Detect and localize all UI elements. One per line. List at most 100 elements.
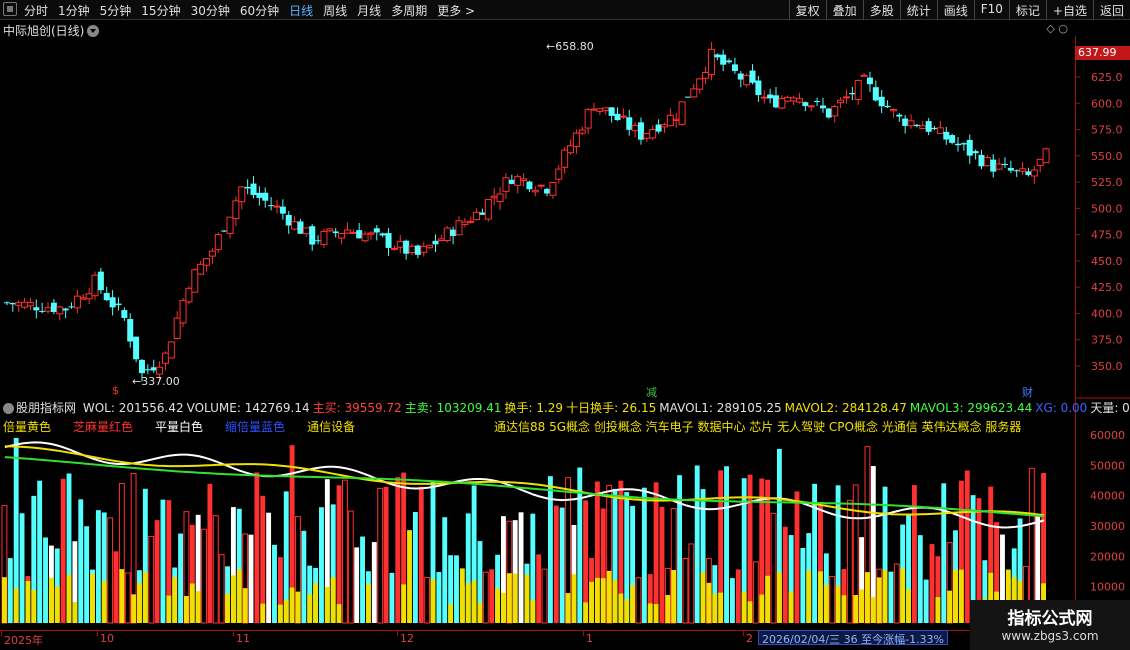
- period-tab[interactable]: 15分钟: [141, 2, 180, 19]
- candle[interactable]: [814, 97, 821, 106]
- candle[interactable]: [860, 73, 868, 77]
- candle[interactable]: [649, 125, 657, 140]
- menu-icon[interactable]: [3, 2, 17, 16]
- candle[interactable]: [109, 290, 116, 316]
- volume-bar[interactable]: [178, 533, 183, 623]
- candle[interactable]: [884, 100, 891, 108]
- candle[interactable]: [250, 176, 257, 199]
- candle[interactable]: [496, 186, 504, 210]
- period-tab[interactable]: 日线: [289, 2, 313, 19]
- candle[interactable]: [403, 239, 410, 260]
- volume-bar[interactable]: [43, 537, 48, 623]
- candle[interactable]: [185, 286, 193, 305]
- volume-bar[interactable]: [7, 558, 13, 623]
- candle[interactable]: [925, 118, 932, 136]
- candle[interactable]: [807, 105, 815, 112]
- volume-bar[interactable]: [454, 555, 459, 623]
- volume-bar[interactable]: [389, 572, 395, 623]
- period-tab[interactable]: 分时: [24, 2, 48, 19]
- candle[interactable]: [279, 199, 286, 220]
- candle[interactable]: [44, 302, 52, 314]
- candle[interactable]: [39, 302, 46, 314]
- candle[interactable]: [450, 226, 457, 245]
- candle[interactable]: [790, 95, 798, 106]
- candle[interactable]: [731, 57, 738, 74]
- candle[interactable]: [825, 107, 832, 119]
- volume-bar[interactable]: [688, 543, 695, 624]
- candle[interactable]: [309, 224, 316, 251]
- candle[interactable]: [684, 96, 691, 98]
- volume-bar[interactable]: [917, 535, 923, 623]
- volume-bar[interactable]: [729, 578, 735, 623]
- candle[interactable]: [837, 97, 845, 109]
- candle[interactable]: [315, 235, 322, 245]
- candle[interactable]: [268, 196, 275, 211]
- candle[interactable]: [221, 229, 228, 232]
- candlestick-chart[interactable]: ←658.80 ←337.00: [0, 36, 1075, 396]
- candle[interactable]: [455, 216, 463, 236]
- period-tab[interactable]: 30分钟: [191, 2, 230, 19]
- candle[interactable]: [849, 86, 856, 101]
- volume-bar[interactable]: [541, 568, 548, 624]
- candle[interactable]: [955, 137, 962, 152]
- volume-bar[interactable]: [78, 499, 84, 623]
- candle[interactable]: [972, 149, 979, 160]
- candle[interactable]: [173, 311, 181, 340]
- candle[interactable]: [3, 301, 10, 306]
- volume-bar[interactable]: [518, 512, 524, 623]
- event-marker[interactable]: 财: [1022, 384, 1033, 400]
- candle[interactable]: [660, 122, 668, 133]
- volume-chart[interactable]: [0, 415, 1075, 630]
- candle[interactable]: [619, 108, 627, 119]
- candle[interactable]: [79, 294, 87, 300]
- candle[interactable]: [555, 165, 563, 184]
- candle[interactable]: [332, 228, 339, 238]
- candle[interactable]: [62, 307, 69, 319]
- candle[interactable]: [690, 83, 698, 98]
- volume-bar[interactable]: [254, 472, 260, 623]
- candle[interactable]: [9, 302, 16, 312]
- volume-bar[interactable]: [412, 511, 418, 623]
- volume-bar[interactable]: [360, 536, 365, 623]
- volume-bar[interactable]: [301, 530, 307, 623]
- candle[interactable]: [97, 267, 104, 294]
- candle[interactable]: [326, 228, 334, 233]
- candle[interactable]: [443, 225, 451, 243]
- candle[interactable]: [73, 289, 81, 314]
- volume-bar[interactable]: [407, 530, 412, 623]
- candle[interactable]: [256, 186, 263, 206]
- candle[interactable]: [68, 302, 75, 309]
- toolbar-button[interactable]: +自选: [1045, 0, 1093, 20]
- candle[interactable]: [191, 268, 199, 293]
- candle[interactable]: [1007, 160, 1014, 174]
- candle[interactable]: [56, 305, 64, 321]
- candle[interactable]: [520, 173, 528, 187]
- candle[interactable]: [602, 107, 610, 115]
- volume-bar[interactable]: [677, 475, 683, 623]
- candle[interactable]: [749, 64, 756, 85]
- candle[interactable]: [561, 147, 569, 174]
- candle[interactable]: [737, 70, 744, 88]
- toolbar-button[interactable]: 画线: [936, 0, 974, 20]
- volume-bar[interactable]: [653, 482, 659, 623]
- volume-bar[interactable]: [148, 535, 155, 624]
- candle[interactable]: [720, 49, 727, 72]
- volume-bar[interactable]: [682, 557, 689, 624]
- candle[interactable]: [531, 186, 539, 197]
- candle[interactable]: [15, 300, 23, 312]
- period-tab[interactable]: 多周期: [391, 2, 427, 19]
- candle[interactable]: [784, 95, 792, 103]
- volume-bar[interactable]: [124, 572, 131, 624]
- volume-bar[interactable]: [37, 480, 43, 623]
- candle[interactable]: [214, 232, 222, 253]
- candle[interactable]: [437, 235, 445, 242]
- candle[interactable]: [103, 286, 110, 302]
- candle[interactable]: [226, 216, 234, 239]
- volume-bar[interactable]: [536, 554, 542, 623]
- candle[interactable]: [1025, 167, 1032, 177]
- toolbar-button[interactable]: 返回: [1092, 0, 1130, 20]
- candle[interactable]: [479, 208, 486, 215]
- candle[interactable]: [338, 233, 346, 245]
- candle[interactable]: [133, 336, 140, 363]
- candle[interactable]: [197, 260, 205, 276]
